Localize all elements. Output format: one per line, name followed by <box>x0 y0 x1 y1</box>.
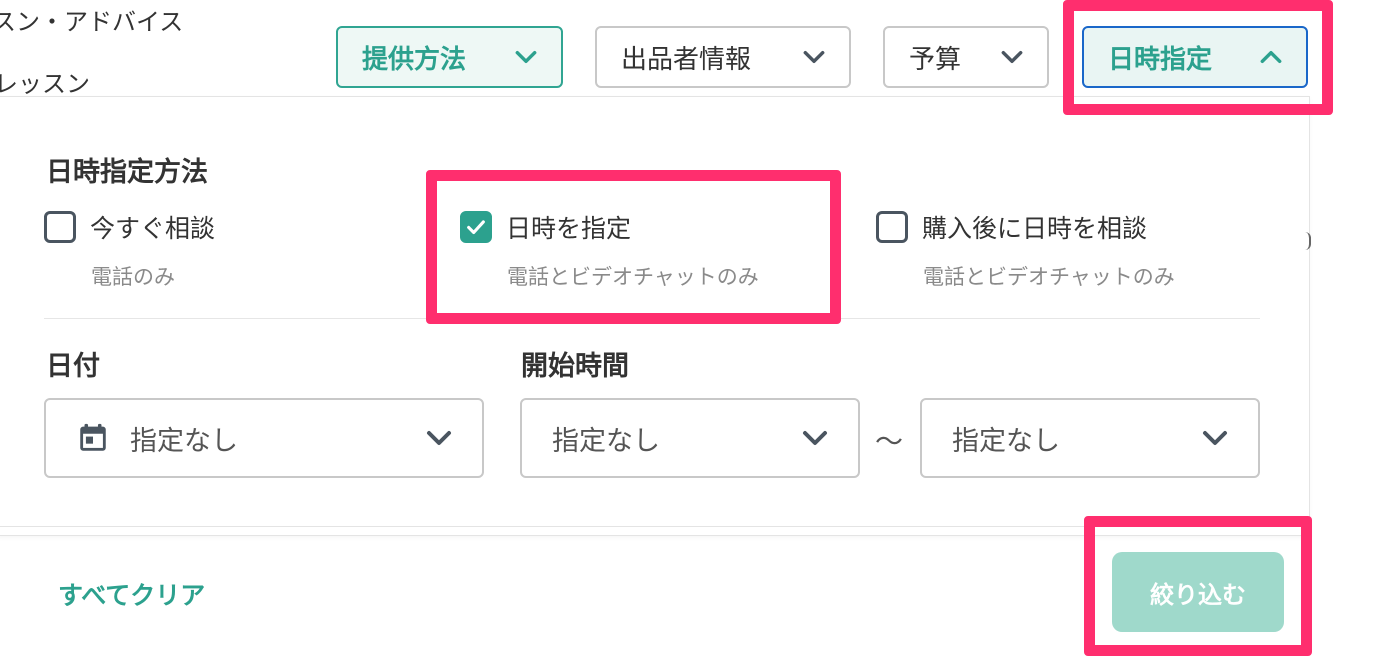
filter-label: 予算 <box>909 44 962 75</box>
option-label: 日時を指定 <box>506 214 632 243</box>
filter-seller-info-button[interactable]: 出品者情報 <box>595 26 851 88</box>
option-specify-datetime[interactable]: 日時を指定 <box>460 209 631 245</box>
date-select-value: 指定なし <box>130 425 238 457</box>
filter-label: 日時指定 <box>1108 44 1213 75</box>
chevron-down-icon <box>427 431 451 445</box>
option-label: 今すぐ相談 <box>90 214 216 243</box>
chevron-down-icon <box>515 50 537 64</box>
option-label: 購入後に日時を相談 <box>922 214 1148 243</box>
filter-label: 提供方法 <box>362 44 467 75</box>
option-consult-now[interactable]: 今すぐ相談 <box>44 209 215 245</box>
option-subtext: 電話のみ <box>91 265 175 289</box>
start-time-from-value: 指定なし <box>552 425 660 457</box>
option-subtext: 電話とビデオチャットのみ <box>507 265 759 289</box>
date-section-title: 日付 <box>46 351 100 382</box>
checkbox[interactable] <box>44 211 76 243</box>
checkbox[interactable] <box>876 211 908 243</box>
range-separator: 〜 <box>875 425 904 458</box>
start-time-section-title: 開始時間 <box>521 351 629 382</box>
background-category-text: レッスン <box>0 70 90 98</box>
option-subtext: 電話とビデオチャットのみ <box>923 265 1175 289</box>
calendar-icon <box>80 423 106 451</box>
method-section-title: 日時指定方法 <box>46 157 208 188</box>
background-category-text: スン・アドバイス <box>0 8 184 32</box>
start-time-from-select[interactable]: 指定なし <box>520 398 860 478</box>
apply-filter-button[interactable]: 絞り込む <box>1112 552 1284 632</box>
chevron-up-icon <box>1260 50 1282 64</box>
option-consult-after-purchase[interactable]: 購入後に日時を相談 <box>876 209 1147 245</box>
chevron-down-icon <box>1203 431 1227 445</box>
chevron-down-icon <box>803 431 827 445</box>
footer-divider <box>0 526 1310 527</box>
start-time-to-value: 指定なし <box>952 425 1060 457</box>
clear-all-link[interactable]: すべてクリア <box>58 576 205 612</box>
date-select[interactable]: 指定なし <box>44 398 484 478</box>
chevron-down-icon <box>803 50 825 64</box>
filter-datetime-button[interactable]: 日時指定 <box>1082 26 1308 88</box>
filter-provision-method-button[interactable]: 提供方法 <box>336 26 563 88</box>
check-icon <box>467 220 485 235</box>
filter-budget-button[interactable]: 予算 <box>883 26 1049 88</box>
section-divider <box>44 318 1260 319</box>
chevron-down-icon <box>1001 50 1023 64</box>
filter-label: 出品者情報 <box>621 44 752 75</box>
scroll-edge-marker <box>1305 232 1311 250</box>
start-time-to-select[interactable]: 指定なし <box>920 398 1260 478</box>
checkbox-checked[interactable] <box>460 211 492 243</box>
